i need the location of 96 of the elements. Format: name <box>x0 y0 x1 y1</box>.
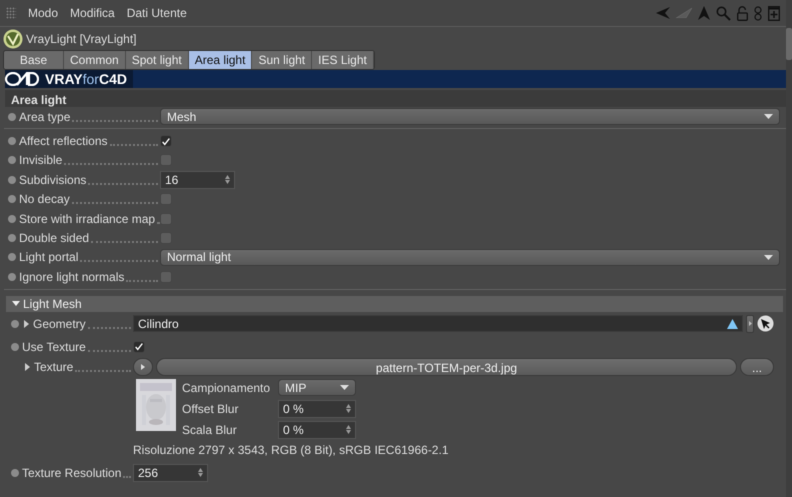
scrollbar[interactable] <box>786 0 792 497</box>
expand-arrow-icon[interactable] <box>25 363 30 372</box>
field-label: Use Texture <box>22 338 86 356</box>
menu-item[interactable]: Dati Utente <box>126 4 187 22</box>
object-title: VrayLight [VrayLight] <box>26 30 137 48</box>
collapse-arrow-icon[interactable] <box>12 301 20 306</box>
back-arrow-icon[interactable] <box>656 7 670 19</box>
checkbox[interactable] <box>160 212 172 225</box>
search-icon[interactable] <box>716 6 731 20</box>
up-arrow-icon[interactable] <box>698 6 710 20</box>
banner-logo-text: VRAYforC4D <box>45 70 127 88</box>
number-field[interactable]: 0 % <box>278 420 356 439</box>
dropdown-arrow-icon <box>764 254 773 260</box>
field-label: Texture Resolution <box>22 464 122 482</box>
checkbox[interactable] <box>160 154 172 166</box>
field-label: Texture <box>34 359 74 376</box>
keyframe-dot[interactable] <box>8 112 16 121</box>
tab[interactable]: Sun light <box>252 51 312 69</box>
c4d-logo-icon <box>5 72 39 86</box>
tab[interactable]: IES Light <box>312 51 374 69</box>
field-label: Invisible <box>19 152 62 170</box>
dropdown-value: MIP <box>285 380 306 397</box>
tab[interactable]: Base <box>4 51 64 69</box>
field-value: 0 % <box>283 400 304 418</box>
tab[interactable]: Common <box>64 51 126 69</box>
cursor-pick-icon[interactable] <box>757 315 774 332</box>
field-label: Light portal <box>19 249 78 266</box>
number-field[interactable]: 0 % <box>278 400 356 418</box>
grip-handle[interactable] <box>6 7 16 19</box>
lock-icon[interactable] <box>737 6 748 20</box>
section-title: Light Mesh <box>23 296 82 313</box>
keyframe-dot[interactable] <box>11 342 19 351</box>
dropdown-value: Mesh <box>167 108 196 126</box>
tab[interactable]: Area light <box>188 51 252 69</box>
expand-arrow-icon[interactable] <box>24 320 29 328</box>
dropdown[interactable]: Normal light <box>160 248 780 266</box>
dropdown-arrow-icon <box>764 114 773 120</box>
browse-button[interactable]: ... <box>740 358 774 376</box>
checkbox[interactable] <box>160 193 172 206</box>
field-label: No decay <box>19 191 70 208</box>
field-label: Subdivisions <box>19 172 86 189</box>
keyframe-dot[interactable] <box>8 137 16 146</box>
field-label: Affect reflections <box>19 133 108 150</box>
checkbox[interactable] <box>160 232 172 244</box>
menu-item[interactable]: Modifica <box>70 4 115 22</box>
keyframe-dot[interactable] <box>8 253 16 262</box>
object-link-field[interactable]: Cilindro <box>133 315 743 332</box>
new-panel-icon[interactable] <box>768 6 780 20</box>
field-label: Area type <box>19 108 70 126</box>
dropdown[interactable]: MIP <box>278 379 356 396</box>
field-label: Double sided <box>19 230 90 248</box>
checkbox[interactable] <box>160 135 172 148</box>
checkbox[interactable] <box>160 270 172 283</box>
file-path-button[interactable]: pattern-TOTEM-per-3d.jpg <box>156 358 737 376</box>
keyframe-dot[interactable] <box>8 176 16 184</box>
menu-item[interactable]: Modo <box>28 4 58 22</box>
field-value: Cilindro <box>138 316 179 333</box>
field-value: 0 % <box>283 422 304 439</box>
vray-light-icon <box>3 28 23 48</box>
keyframe-dot[interactable] <box>8 156 16 164</box>
scrollbar-thumb[interactable] <box>786 28 792 60</box>
field-label: Store with irradiance map <box>19 210 156 228</box>
dropdown[interactable]: Mesh <box>160 108 780 126</box>
section-header: Area light <box>5 90 787 107</box>
field-value: 16 <box>165 172 178 189</box>
number-field[interactable]: 256 <box>133 464 208 482</box>
stepper-icon[interactable] <box>198 468 203 478</box>
stacked-circles-icon[interactable] <box>754 6 762 20</box>
tab[interactable]: Spot light <box>126 51 189 69</box>
field-label: Scala Blur <box>182 422 238 439</box>
field-label: Ignore light normals <box>19 268 124 286</box>
resolution-info: Risoluzione 2797 x 3543, RGB (8 Bit), sRGB IEC61966-2.1 <box>133 442 448 459</box>
triangle-object-icon <box>727 318 738 329</box>
keyframe-dot[interactable] <box>11 468 19 477</box>
dropdown-value: Normal light <box>167 249 232 266</box>
arrow-button[interactable] <box>746 314 754 333</box>
field-label: Offset Blur <box>182 400 240 418</box>
play-icon <box>141 364 145 370</box>
number-field[interactable]: 16 <box>160 170 235 189</box>
field-label: Geometry <box>33 316 86 333</box>
section-header[interactable]: Light Mesh <box>6 296 783 312</box>
keyframe-dot[interactable] <box>8 214 16 223</box>
keyframe-dot[interactable] <box>8 195 16 204</box>
forward-arrow-icon[interactable] <box>676 8 692 18</box>
stepper-icon[interactable] <box>346 425 351 434</box>
stepper-icon[interactable] <box>346 404 351 414</box>
keyframe-dot[interactable] <box>8 272 16 281</box>
stepper-icon[interactable] <box>225 175 230 184</box>
small-arrow-icon <box>748 321 752 326</box>
field-value: 256 <box>138 464 158 482</box>
field-label: Campionamento <box>182 380 272 397</box>
keyframe-dot[interactable] <box>8 234 16 242</box>
dropdown-arrow-icon <box>340 385 349 390</box>
keyframe-dot[interactable] <box>11 320 19 328</box>
play-button[interactable] <box>133 358 153 376</box>
checkbox[interactable] <box>133 340 145 353</box>
